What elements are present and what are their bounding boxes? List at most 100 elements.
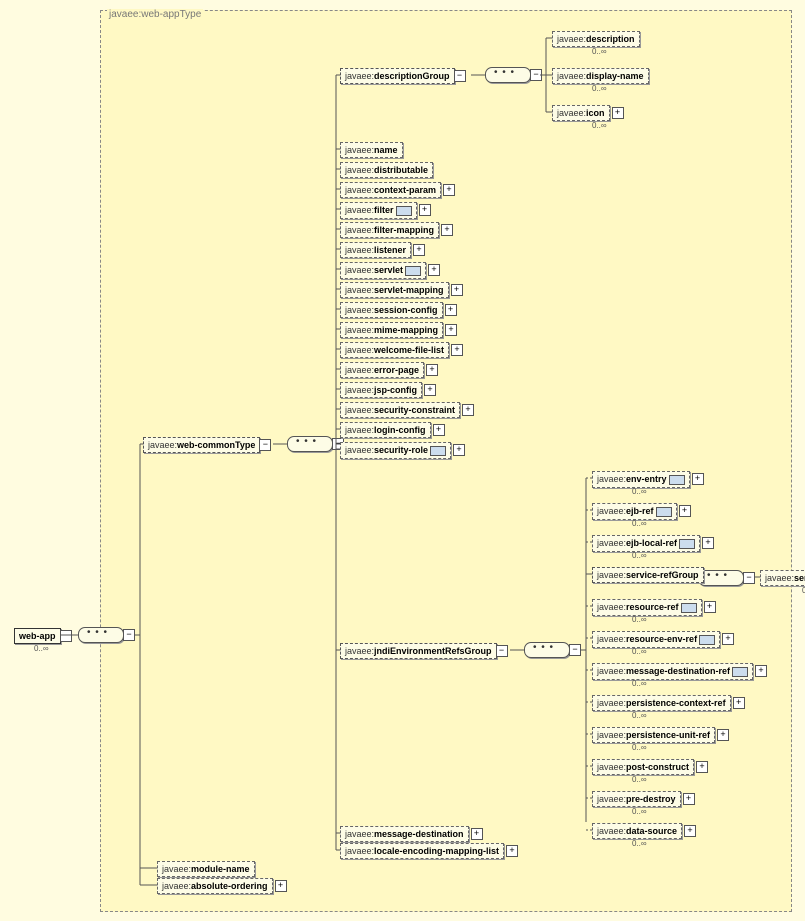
collapse-icon[interactable]: − (60, 630, 72, 642)
substitution-icon (405, 266, 421, 276)
expand-icon[interactable]: + (451, 344, 463, 356)
collapse-icon[interactable]: − (259, 439, 271, 451)
expand-icon[interactable]: + (692, 473, 704, 485)
substitution-icon (681, 603, 697, 613)
cardinality: 0..∞ (632, 647, 647, 656)
collapse-icon[interactable]: − (123, 629, 135, 641)
node-post-construct: javaee:post-construct+ (592, 759, 694, 775)
node-distributable: javaee:distributable (340, 162, 433, 178)
substitution-icon (430, 446, 446, 456)
node-service-ref: javaee:service-ref + (760, 570, 805, 586)
cardinality: 0..∞ (632, 551, 647, 560)
expand-icon[interactable]: + (419, 204, 431, 216)
node-security-constraint: javaee:security-constraint+ (340, 402, 460, 418)
cardinality: 0..∞ (632, 807, 647, 816)
node-ejb-ref: javaee:ejb-ref+ (592, 503, 677, 520)
cardinality: 0..∞ (632, 519, 647, 528)
node-security-role: javaee:security-role+ (340, 442, 451, 459)
node-context-param: javaee:context-param+ (340, 182, 441, 198)
expand-icon[interactable]: + (445, 324, 457, 336)
node-icon: javaee:icon+ (552, 105, 610, 121)
node-pre-destroy: javaee:pre-destroy+ (592, 791, 681, 807)
node-service-refGroup: javaee:service-refGroup (592, 567, 704, 583)
expand-icon[interactable]: + (462, 404, 474, 416)
node-ejb-local-ref: javaee:ejb-local-ref+ (592, 535, 700, 552)
node-filter: javaee:filter+ (340, 202, 417, 219)
node-absolute-ordering: javaee:absolute-ordering+ (157, 878, 273, 894)
sequence-indicator: − (524, 642, 570, 658)
cardinality: 0..∞ (592, 84, 607, 93)
expand-icon[interactable]: + (443, 184, 455, 196)
node-web-app: web-app − (14, 628, 61, 644)
node-filter-mapping: javaee:filter-mapping+ (340, 222, 439, 238)
expand-icon[interactable]: + (424, 384, 436, 396)
expand-icon[interactable]: + (717, 729, 729, 741)
expand-icon[interactable]: + (453, 444, 465, 456)
collapse-icon[interactable]: − (496, 645, 508, 657)
node-name: javaee:name (340, 142, 403, 158)
expand-icon[interactable]: + (275, 880, 287, 892)
node-persistence-context-ref: javaee:persistence-context-ref+ (592, 695, 731, 711)
node-resource-env-ref: javaee:resource-env-ref+ (592, 631, 720, 648)
node-servlet: javaee:servlet+ (340, 262, 426, 279)
expand-icon[interactable]: + (684, 825, 696, 837)
collapse-icon[interactable]: − (569, 644, 581, 656)
expand-icon[interactable]: + (704, 601, 716, 613)
cardinality: 0..∞ (632, 743, 647, 752)
substitution-icon (656, 507, 672, 517)
type-container: javaee:web-appType (100, 10, 792, 912)
expand-icon[interactable]: + (451, 284, 463, 296)
cardinality: 0..∞ (632, 615, 647, 624)
collapse-icon[interactable]: − (454, 70, 466, 82)
substitution-icon (679, 539, 695, 549)
node-welcome-file-list: javaee:welcome-file-list+ (340, 342, 449, 358)
node-listener: javaee:listener+ (340, 242, 411, 258)
cardinality: 0..∞ (632, 839, 647, 848)
expand-icon[interactable]: + (413, 244, 425, 256)
collapse-icon[interactable]: − (743, 572, 755, 584)
expand-icon[interactable]: + (612, 107, 624, 119)
node-message-destination: javaee:message-destination+ (340, 826, 469, 842)
node-jndiGroup: javaee:jndiEnvironmentRefsGroup − (340, 643, 497, 659)
expand-icon[interactable]: + (733, 697, 745, 709)
node-descriptionGroup: javaee:descriptionGroup − (340, 68, 455, 84)
node-login-config: javaee:login-config+ (340, 422, 431, 438)
node-message-destination-ref: javaee:message-destination-ref+ (592, 663, 753, 680)
expand-icon[interactable]: + (506, 845, 518, 857)
expand-icon[interactable]: + (426, 364, 438, 376)
node-web-commonType: javaee:web-commonType − (143, 437, 260, 453)
expand-icon[interactable]: + (755, 665, 767, 677)
choice-indicator: − (78, 627, 124, 643)
node-servlet-mapping: javaee:servlet-mapping+ (340, 282, 449, 298)
substitution-icon (396, 206, 412, 216)
collapse-icon[interactable]: − (530, 69, 542, 81)
cardinality: 0..∞ (34, 644, 49, 653)
node-resource-ref: javaee:resource-ref+ (592, 599, 702, 616)
substitution-icon (699, 635, 715, 645)
node-description: javaee:description (552, 31, 640, 47)
expand-icon[interactable]: + (428, 264, 440, 276)
substitution-icon (732, 667, 748, 677)
sequence-indicator: − (287, 436, 333, 452)
node-jsp-config: javaee:jsp-config+ (340, 382, 422, 398)
expand-icon[interactable]: + (696, 761, 708, 773)
expand-icon[interactable]: + (433, 424, 445, 436)
type-title: javaee:web-appType (107, 9, 203, 20)
cardinality: 0..∞ (632, 487, 647, 496)
expand-icon[interactable]: + (445, 304, 457, 316)
cardinality: 0..∞ (592, 47, 607, 56)
sequence-indicator: − (485, 67, 531, 83)
node-session-config: javaee:session-config+ (340, 302, 443, 318)
expand-icon[interactable]: + (722, 633, 734, 645)
node-persistence-unit-ref: javaee:persistence-unit-ref+ (592, 727, 715, 743)
expand-icon[interactable]: + (471, 828, 483, 840)
expand-icon[interactable]: + (702, 537, 714, 549)
cardinality: 0..∞ (632, 679, 647, 688)
expand-icon[interactable]: + (679, 505, 691, 517)
node-data-source: javaee:data-source+ (592, 823, 682, 839)
expand-icon[interactable]: + (683, 793, 695, 805)
cardinality: 0..∞ (632, 711, 647, 720)
node-display-name: javaee:display-name (552, 68, 649, 84)
node-error-page: javaee:error-page+ (340, 362, 424, 378)
expand-icon[interactable]: + (441, 224, 453, 236)
